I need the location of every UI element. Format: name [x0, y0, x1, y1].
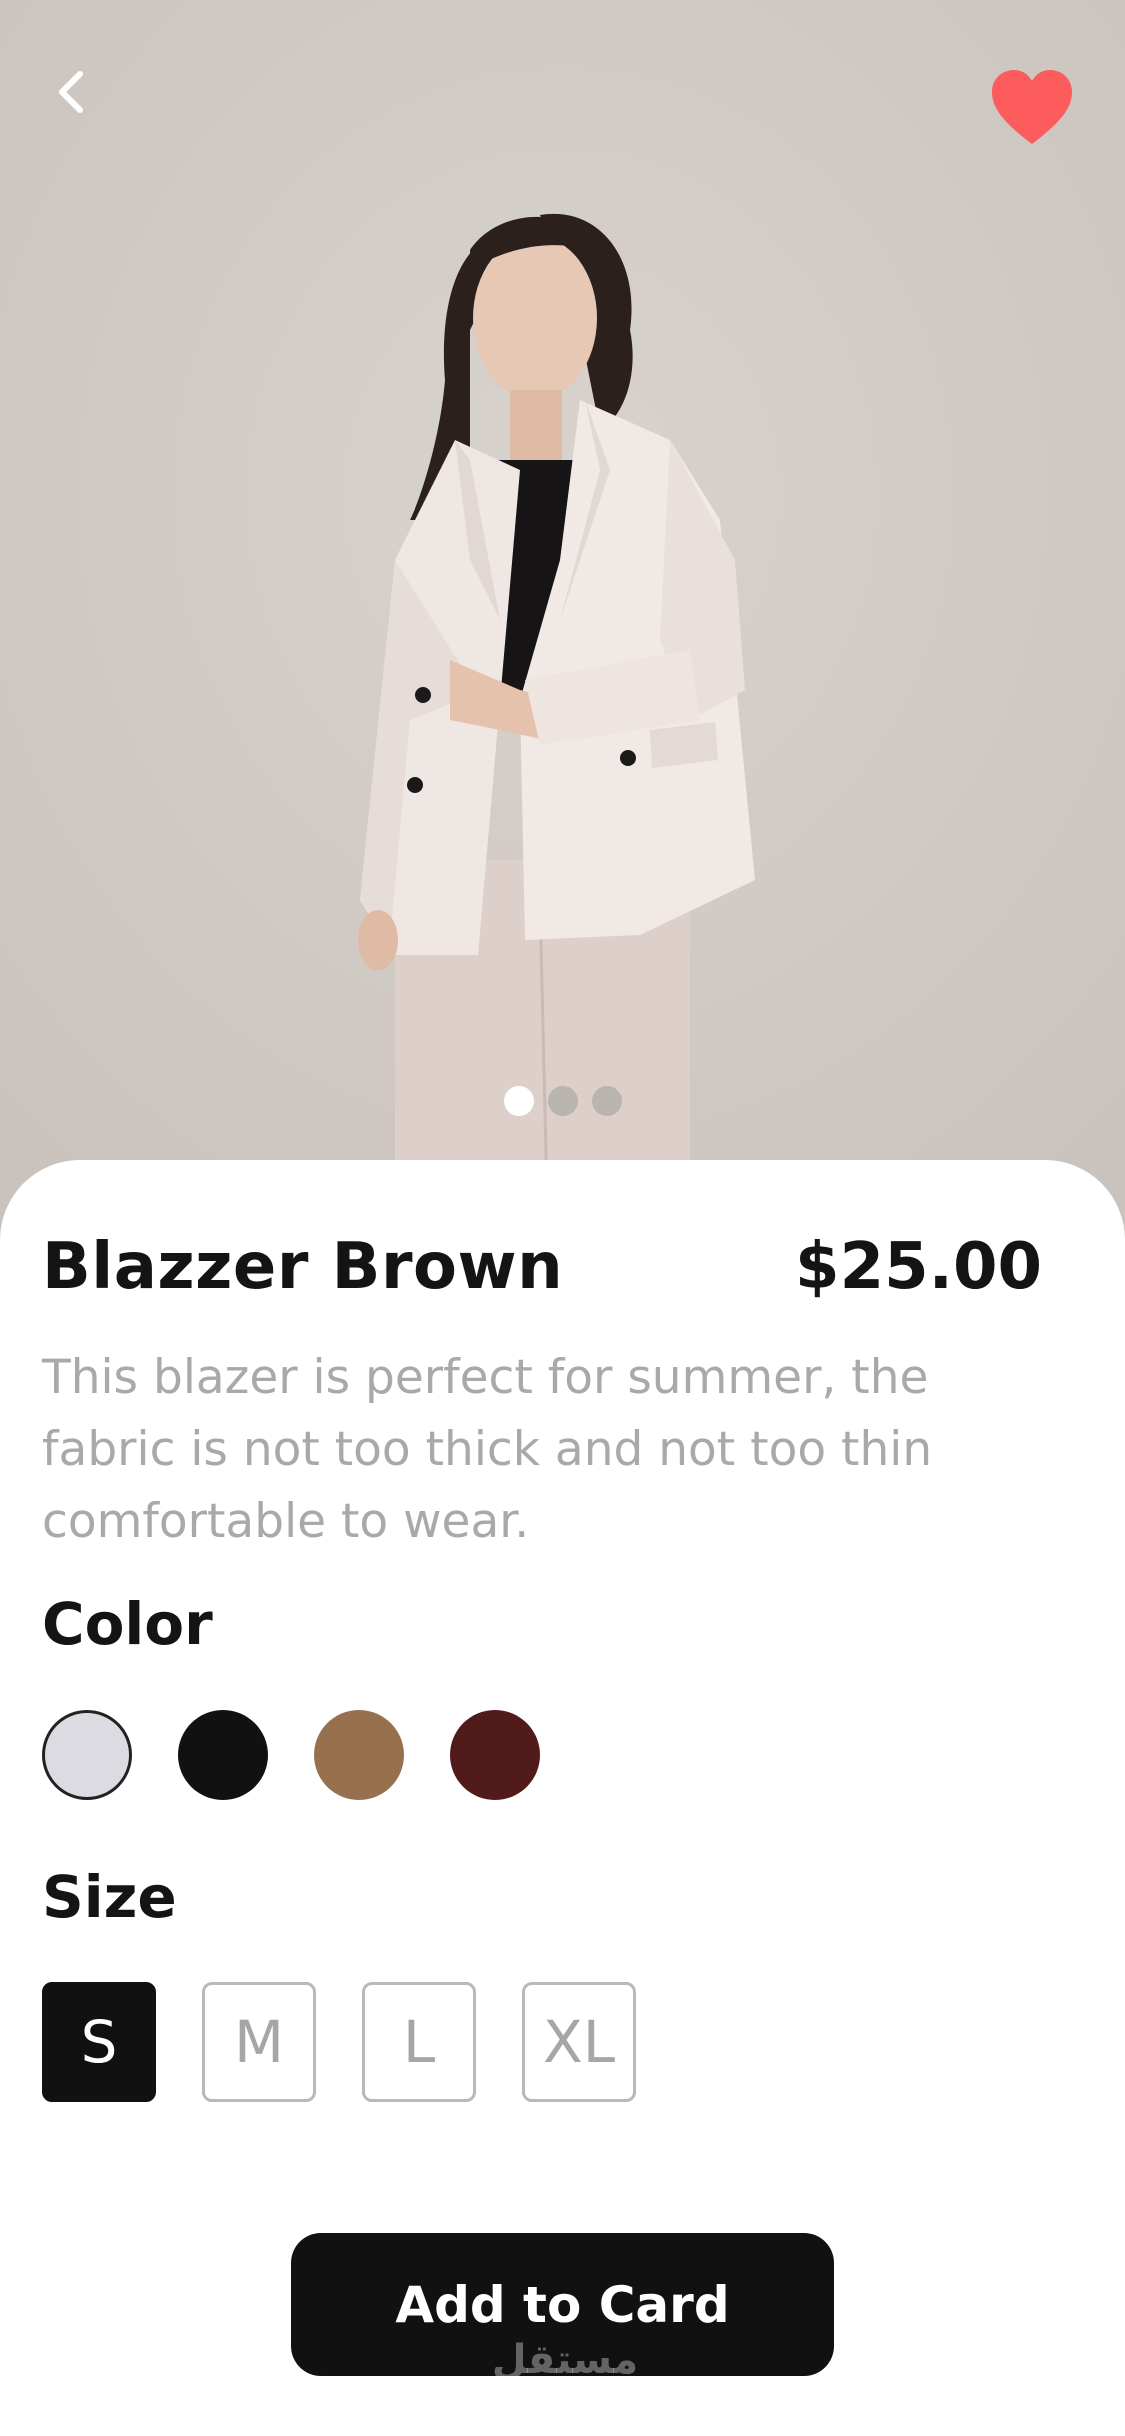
color-swatch-black[interactable]: [178, 1710, 268, 1800]
carousel-indicator: [0, 1086, 1125, 1116]
add-to-cart-button[interactable]: Add to Card: [291, 2233, 834, 2376]
size-options: S M L XL: [42, 1982, 636, 2102]
back-button[interactable]: [40, 60, 104, 124]
product-name: Blazzer Brown: [42, 1230, 564, 1304]
product-image: [0, 0, 1125, 1240]
carousel-dot[interactable]: [503, 1086, 534, 1116]
carousel-dot[interactable]: [591, 1086, 622, 1116]
watermark-latin: mostaql.com: [513, 2378, 617, 2397]
size-option-s[interactable]: S: [42, 1982, 156, 2102]
color-swatch-light-gray[interactable]: [42, 1710, 132, 1800]
model-photo: [0, 0, 1125, 1240]
product-info-sheet: Blazzer Brown $25.00 This blazer is perf…: [0, 1160, 1125, 2436]
heart-icon: [992, 70, 1072, 144]
size-option-l[interactable]: L: [362, 1982, 476, 2102]
add-to-cart-label: Add to Card: [395, 2275, 730, 2334]
size-option-xl[interactable]: XL: [522, 1982, 636, 2102]
color-options: [42, 1710, 540, 1800]
color-swatch-maroon[interactable]: [450, 1710, 540, 1800]
size-label: Size: [42, 1863, 177, 1931]
product-description: This blazer is perfect for summer, the f…: [42, 1350, 933, 1549]
carousel-dot[interactable]: [547, 1086, 578, 1116]
chevron-left-icon: [59, 71, 83, 113]
favorite-button[interactable]: [990, 68, 1074, 148]
color-swatch-brown[interactable]: [314, 1710, 404, 1800]
product-price: $25.00: [795, 1230, 1042, 1304]
size-option-m[interactable]: M: [202, 1982, 316, 2102]
color-label: Color: [42, 1590, 213, 1658]
product-detail-screen: Blazzer Brown $25.00 This blazer is perf…: [0, 0, 1125, 2436]
title-row: Blazzer Brown $25.00: [42, 1230, 1042, 1304]
